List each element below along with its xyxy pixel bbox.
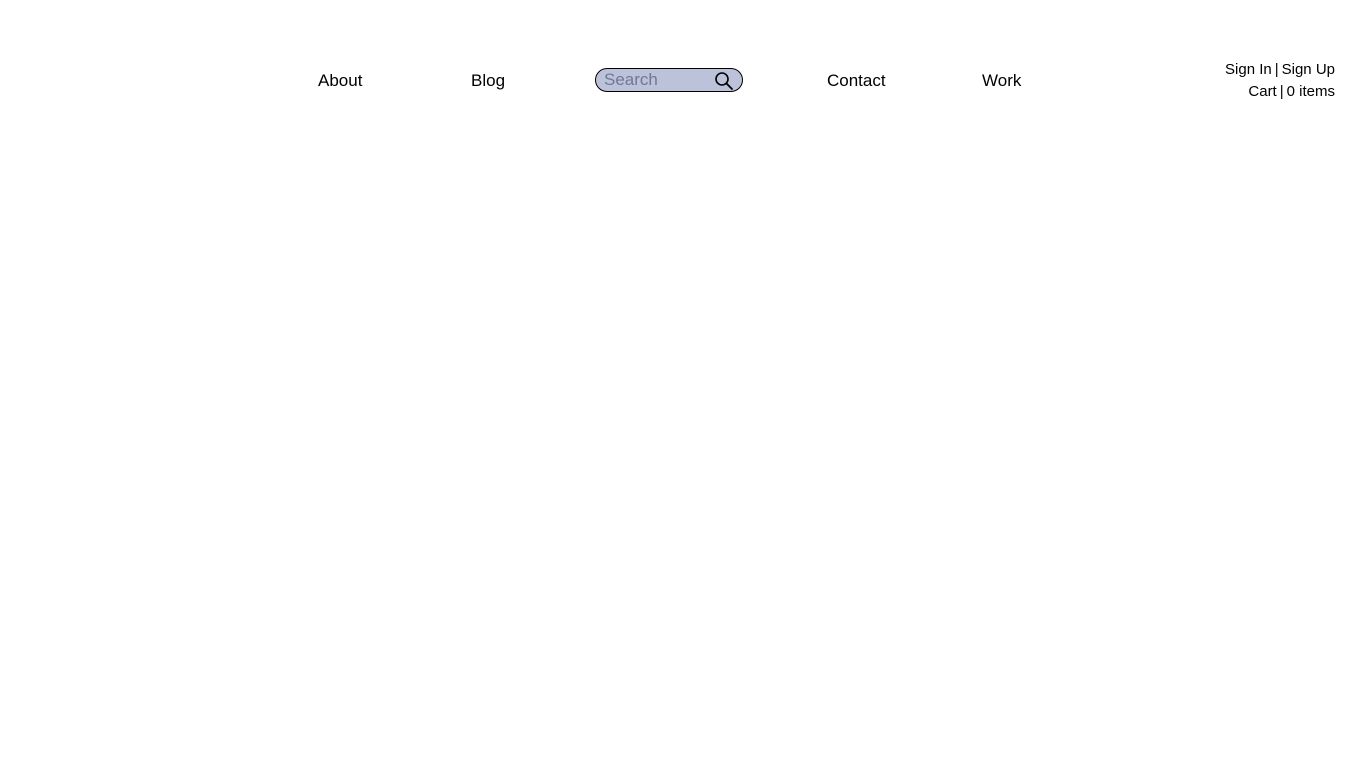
sign-up-link[interactable]: Sign Up	[1282, 61, 1335, 78]
search-input[interactable]	[604, 69, 712, 91]
separator: |	[1274, 61, 1279, 78]
page: About Blog Contact Work Sign In|Sign Up …	[0, 0, 1366, 768]
cart-item-count[interactable]: 0 items	[1287, 83, 1335, 100]
separator: |	[1279, 83, 1284, 100]
cart-row: Cart | 0 items	[1225, 81, 1335, 103]
sign-in-link[interactable]: Sign In	[1225, 61, 1272, 78]
cart-link[interactable]: Cart	[1248, 83, 1276, 100]
search-icon[interactable]	[714, 71, 734, 91]
nav-link-work[interactable]: Work	[982, 68, 1021, 94]
nav-link-contact[interactable]: Contact	[827, 68, 886, 94]
auth-row: Sign In | Sign Up	[1225, 59, 1335, 81]
search-box	[595, 68, 743, 92]
account-links: Sign In | Sign Up Cart | 0 items	[1225, 59, 1335, 103]
nav-link-blog[interactable]: Blog	[471, 68, 505, 94]
top-navigation: About Blog Contact Work Sign In|Sign Up …	[0, 0, 1366, 120]
nav-link-about[interactable]: About	[318, 68, 362, 94]
